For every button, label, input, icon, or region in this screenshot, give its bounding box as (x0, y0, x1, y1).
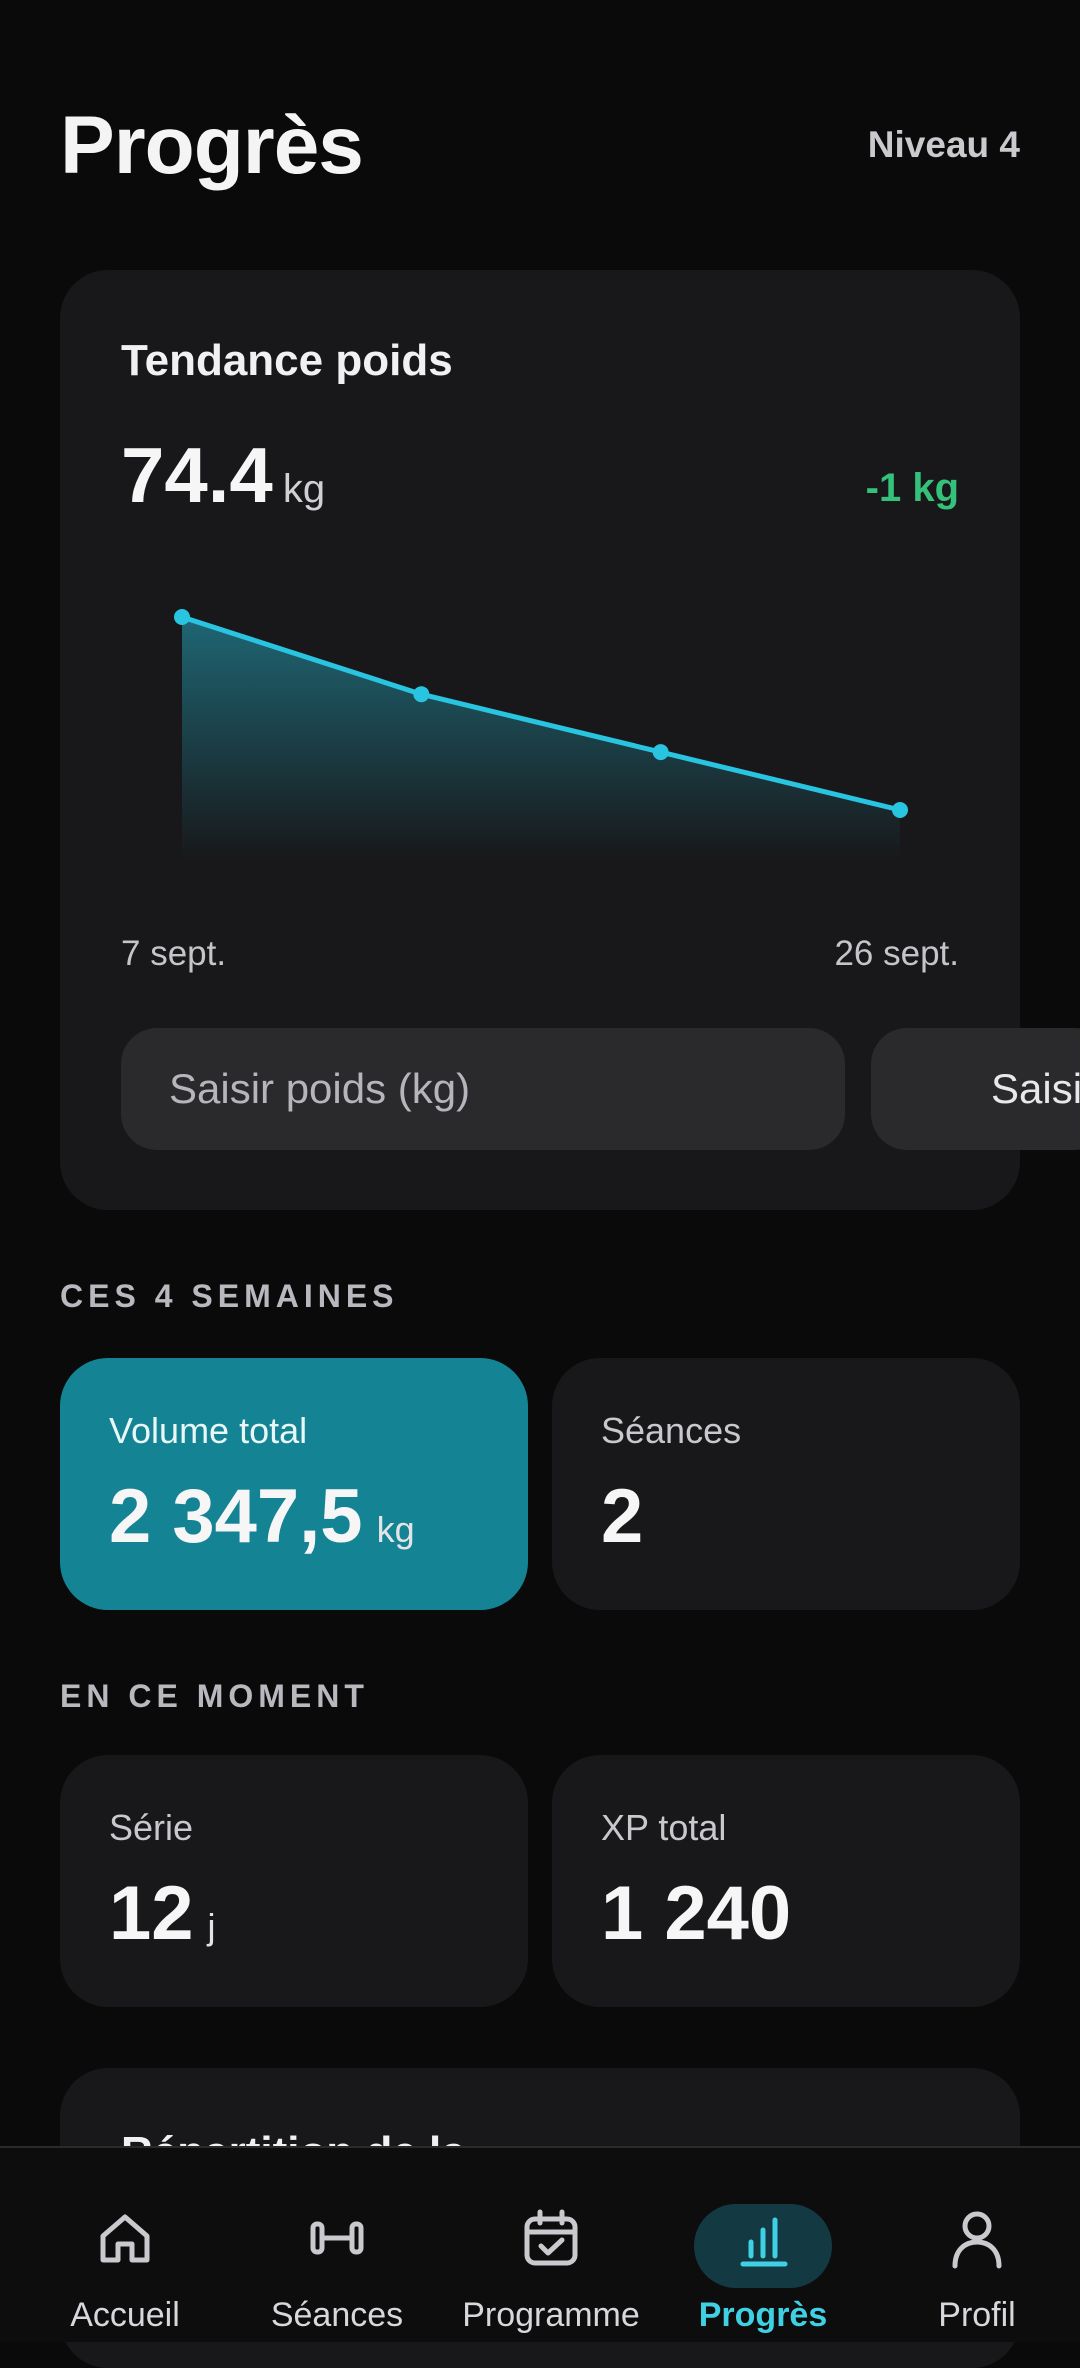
tab-programme[interactable]: Programme (443, 2148, 659, 2342)
home-icon (100, 2214, 150, 2263)
chart-point-0 (174, 609, 190, 625)
sessions-label: Séances (601, 1410, 742, 1451)
total-volume-label: Volume total (109, 1410, 308, 1451)
xp-label: XP total (601, 1807, 727, 1848)
tab-seances[interactable]: Séances (229, 2148, 445, 2342)
tab-progres[interactable]: Progrès (655, 2148, 871, 2342)
total-volume-value: 2 347,5 kg (109, 1472, 415, 1575)
calendar-check-icon (524, 2209, 578, 2266)
streak-unit: j (207, 1906, 216, 1947)
streak-label: Série (109, 1807, 194, 1848)
chart-point-3 (892, 802, 908, 818)
streak-number: 12 (109, 1871, 194, 1956)
tab-accueil[interactable]: Accueil (17, 2148, 233, 2342)
user-icon (952, 2211, 1002, 2269)
current-weight: 74.4 kg (121, 430, 325, 534)
tab-label-profil: Profil (938, 2296, 1016, 2334)
bottom-tab-bar: Accueil Séances Programme Progrès Profil (0, 2146, 1080, 2342)
chart-date-end: 26 sept. (834, 934, 959, 973)
level-badge: Niveau 4 (867, 124, 1020, 165)
current-weight-value: 74.4 (121, 431, 273, 519)
chart-point-2 (652, 744, 669, 761)
weight-card-title: Tendance poids (121, 336, 453, 385)
page-title: Progrès (60, 100, 364, 191)
xp-value: 1 240 (601, 1871, 792, 1956)
tab-label-accueil: Accueil (70, 2296, 180, 2334)
sessions-card[interactable]: Séances 2 (552, 1358, 1020, 1610)
weight-delta: -1 kg (865, 466, 959, 510)
section-label-four-weeks: CES 4 SEMAINES (60, 1278, 399, 1314)
weight-input[interactable] (121, 1028, 845, 1150)
current-weight-unit: kg (282, 467, 326, 511)
bar-chart-icon (740, 2217, 788, 2267)
total-volume-number: 2 347,5 (109, 1474, 363, 1559)
tab-label-seances: Séances (270, 2296, 404, 2334)
total-volume-card[interactable]: Volume total 2 347,5 kg (60, 1358, 528, 1610)
section-label-right-now: EN CE MOMENT (60, 1678, 369, 1714)
xp-card[interactable]: XP total 1 240 (552, 1755, 1020, 2007)
total-volume-unit: kg (376, 1509, 415, 1550)
save-weight-button[interactable]: Saisir (871, 1028, 1080, 1150)
weight-trend-chart (174, 609, 908, 860)
weight-trend-card: Tendance poids 74.4 kg -1 kg 7 sept. 26 s… (60, 270, 1080, 1210)
dumbbell-icon (310, 2221, 364, 2255)
sessions-value: 2 (601, 1474, 644, 1559)
chart-point-1 (413, 686, 430, 703)
chart-date-start: 7 sept. (121, 934, 227, 973)
streak-card[interactable]: Série 12 j (60, 1755, 528, 2007)
streak-value: 12 j (109, 1869, 216, 1972)
tab-label-programme: Programme (462, 2296, 640, 2334)
tab-profil[interactable]: Profil (869, 2148, 1080, 2342)
tab-label-progres: Progrès (698, 2296, 828, 2334)
